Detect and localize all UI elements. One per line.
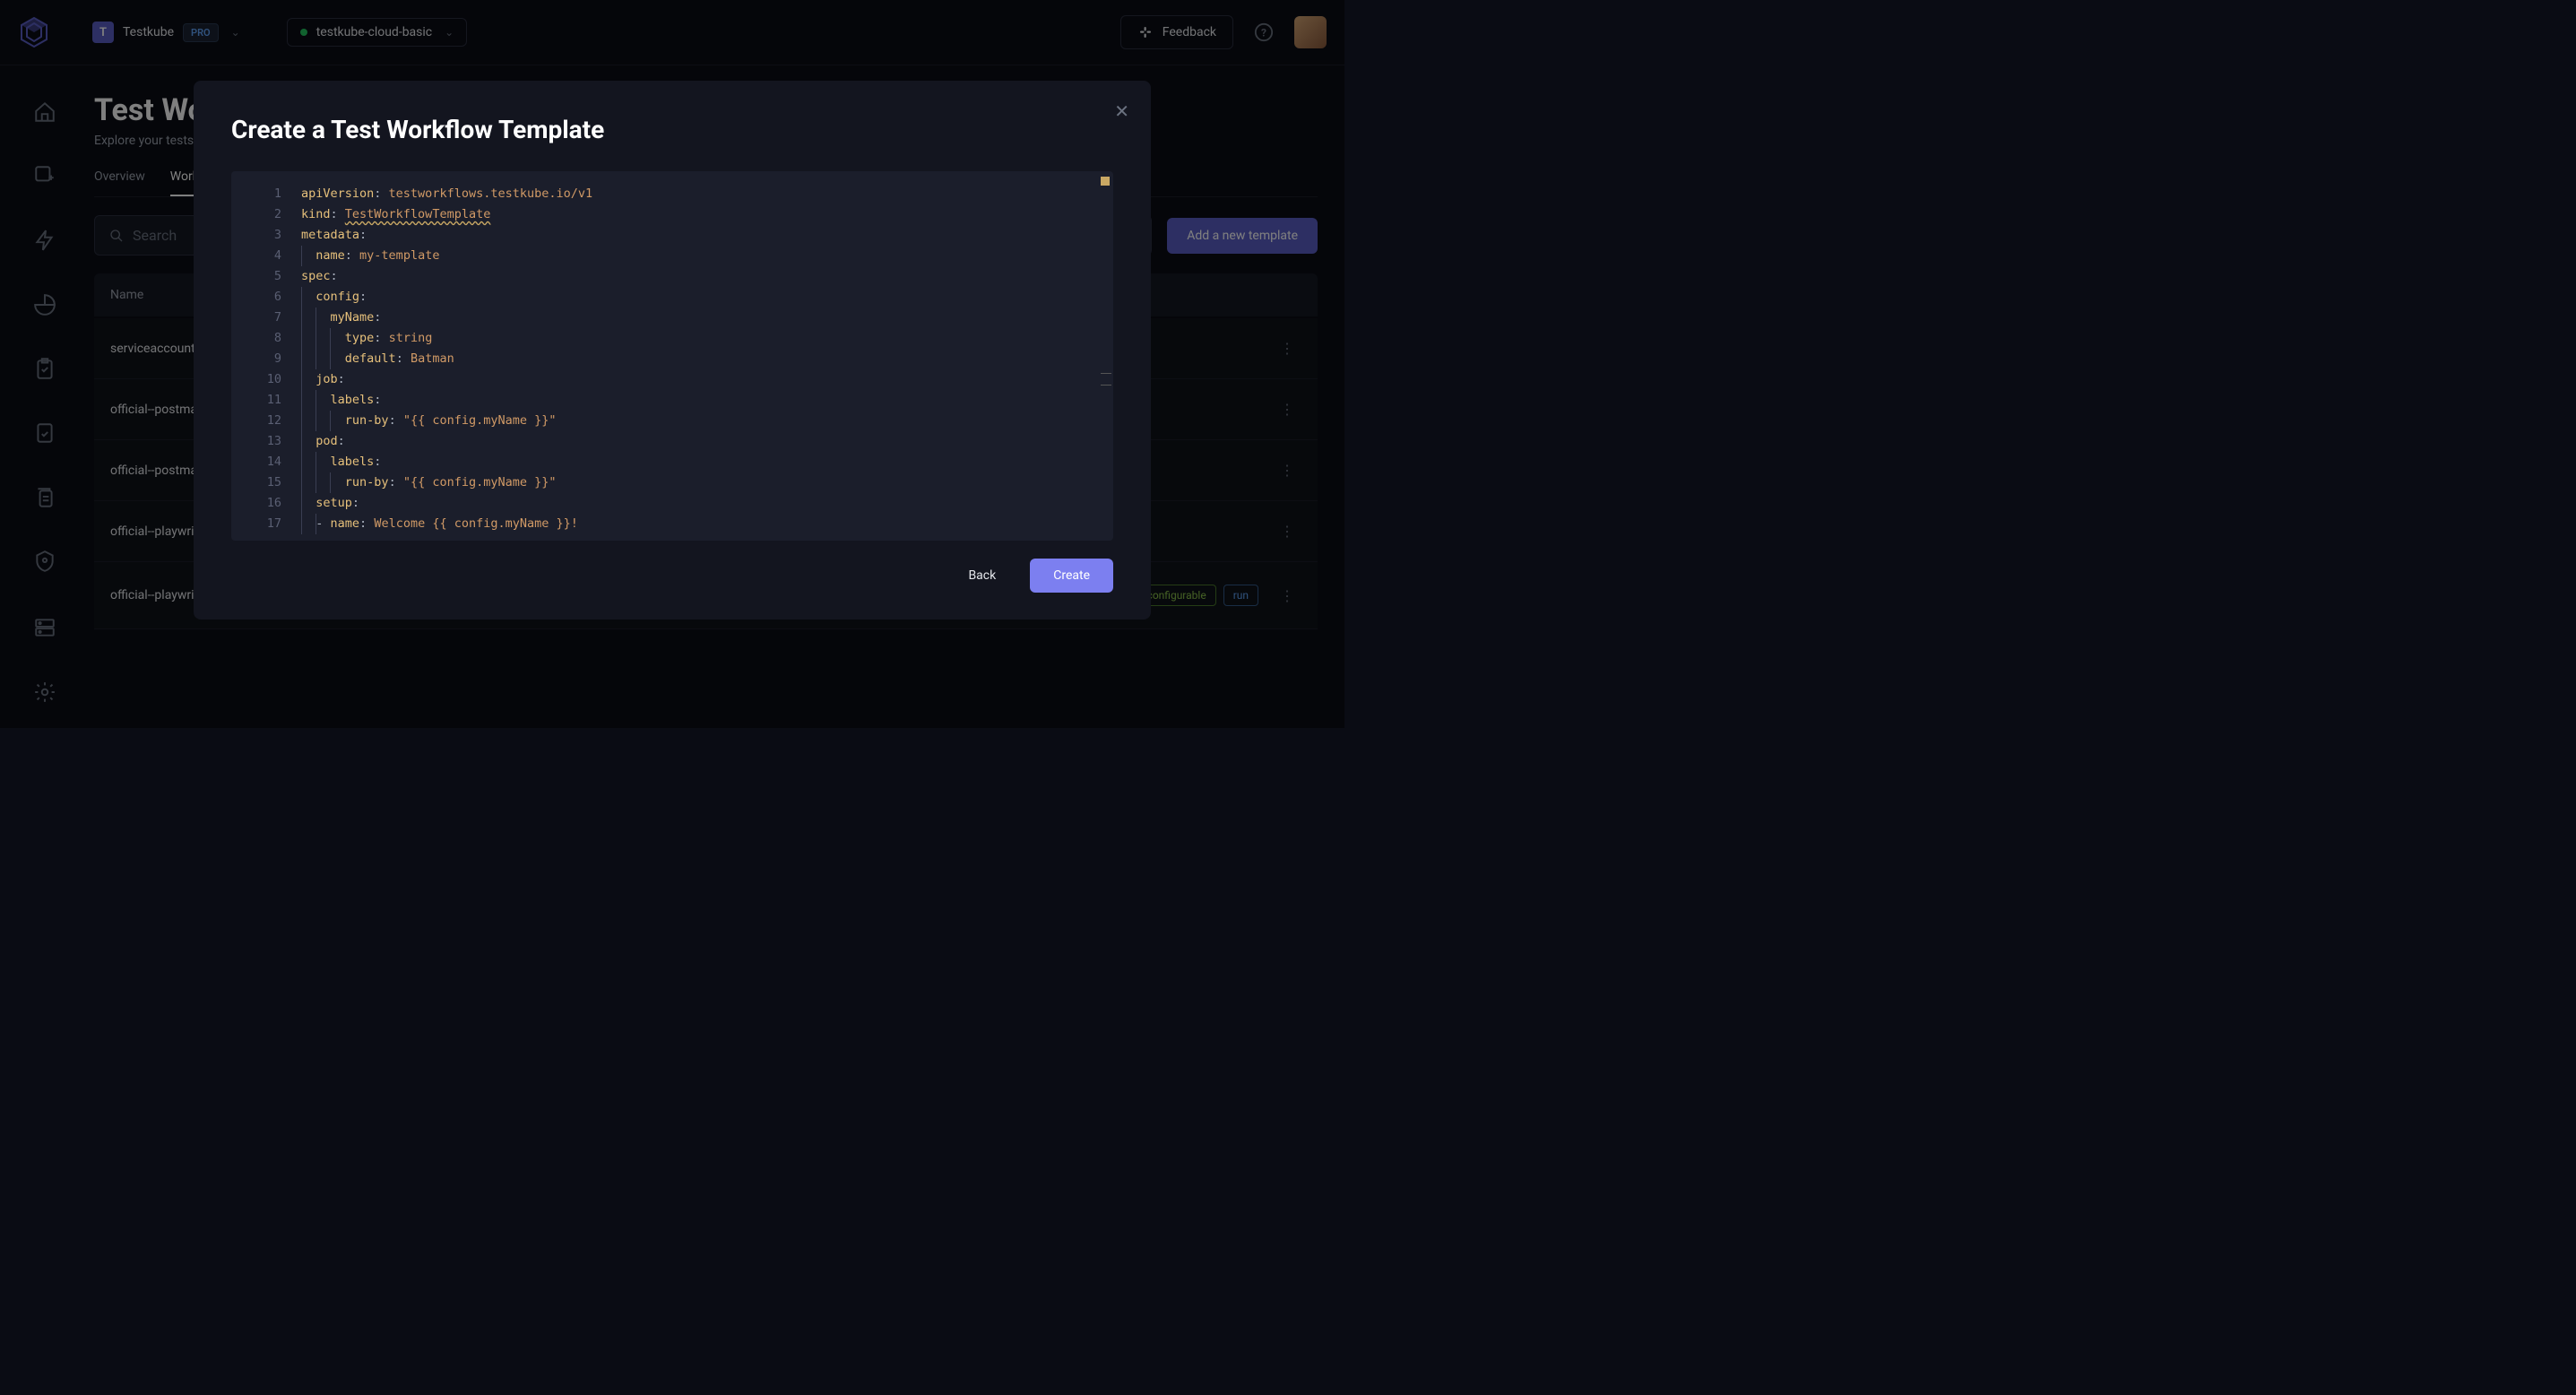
create-button[interactable]: Create	[1030, 559, 1113, 593]
line-gutter: 1234567891011121314151617	[231, 171, 294, 541]
close-icon[interactable]: ✕	[1114, 100, 1129, 122]
modal-title: Create a Test Workflow Template	[231, 115, 1113, 144]
back-button[interactable]: Back	[948, 559, 1016, 593]
code-content[interactable]: apiVersion: testworkflows.testkube.io/v1…	[294, 171, 1113, 541]
code-editor[interactable]: 1234567891011121314151617 apiVersion: te…	[231, 171, 1113, 541]
create-template-modal: ✕ Create a Test Workflow Template 123456…	[194, 81, 1151, 620]
